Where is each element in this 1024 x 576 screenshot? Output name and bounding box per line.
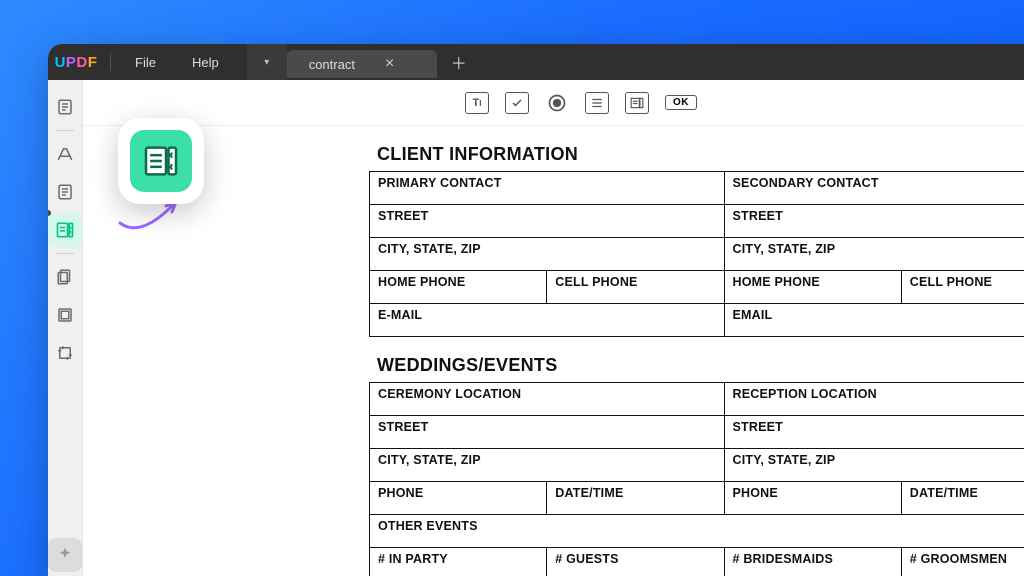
- field-ev-datetime-1[interactable]: DATE/TIME: [555, 486, 715, 500]
- field-email-1[interactable]: E-MAIL: [378, 308, 716, 322]
- crop-icon[interactable]: [48, 336, 82, 370]
- field-ev-street-1[interactable]: STREET: [378, 420, 716, 434]
- app-window: UPDF File Help ▾ contract × ＋: [48, 44, 1024, 576]
- tab-close-icon[interactable]: ×: [381, 56, 398, 72]
- button-tool-icon[interactable]: OK: [665, 95, 697, 110]
- field-ev-csz-2[interactable]: CITY, STATE, ZIP: [733, 453, 1024, 467]
- field-ev-datetime-2[interactable]: DATE/TIME: [910, 486, 1024, 500]
- field-home-phone-2[interactable]: HOME PHONE: [733, 275, 893, 289]
- field-secondary-contact[interactable]: SECONDARY CONTACT: [733, 176, 1024, 190]
- field-street-1[interactable]: STREET: [378, 209, 716, 223]
- menu-file[interactable]: File: [117, 55, 174, 70]
- field-in-party[interactable]: # IN PARTY: [378, 552, 538, 566]
- listbox-tool-icon[interactable]: [585, 92, 609, 114]
- tab-title: contract: [309, 57, 355, 72]
- field-ev-phone-1[interactable]: PHONE: [378, 486, 538, 500]
- field-ceremony-location[interactable]: CEREMONY LOCATION: [378, 387, 716, 401]
- menu-help[interactable]: Help: [174, 55, 237, 70]
- form-mode-callout: [118, 118, 204, 204]
- field-ev-phone-2[interactable]: PHONE: [733, 486, 893, 500]
- app-logo: UPDF: [48, 54, 104, 71]
- checkbox-tool-icon[interactable]: [505, 92, 529, 114]
- events-table: CEREMONY LOCATION RECEPTION LOCATION STR…: [369, 382, 1024, 576]
- menu-divider: [110, 53, 111, 71]
- field-email-2[interactable]: EMAIL: [733, 308, 1024, 322]
- form-mode-callout-icon: [130, 130, 192, 192]
- field-cell-phone-2[interactable]: CELL PHONE: [910, 275, 1024, 289]
- tab-contract[interactable]: contract ×: [287, 50, 437, 78]
- edit-icon[interactable]: [48, 175, 82, 209]
- field-street-2[interactable]: STREET: [733, 209, 1024, 223]
- new-tab-button[interactable]: ＋: [445, 48, 473, 76]
- field-reception-location[interactable]: RECEPTION LOCATION: [733, 387, 1024, 401]
- markup-icon[interactable]: [48, 137, 82, 171]
- radio-tool-icon[interactable]: [545, 92, 569, 114]
- form-icon[interactable]: [48, 213, 82, 247]
- field-ev-csz-1[interactable]: CITY, STATE, ZIP: [378, 453, 716, 467]
- field-csz-2[interactable]: CITY, STATE, ZIP: [733, 242, 1024, 256]
- ai-assistant-icon[interactable]: [48, 538, 82, 572]
- field-cell-phone-1[interactable]: CELL PHONE: [555, 275, 715, 289]
- redact-icon[interactable]: [48, 298, 82, 332]
- tabs-dropdown[interactable]: ▾: [247, 44, 287, 80]
- field-other-events[interactable]: OTHER EVENTS: [378, 519, 1024, 533]
- dropdown-tool-icon[interactable]: [625, 92, 649, 114]
- field-primary-contact[interactable]: PRIMARY CONTACT: [378, 176, 716, 190]
- field-bridesmaids[interactable]: # BRIDESMAIDS: [733, 552, 893, 566]
- section-title-client: CLIENT INFORMATION: [377, 144, 1024, 165]
- tab-strip: ▾ contract × ＋: [247, 44, 473, 80]
- client-table: PRIMARY CONTACT SECONDARY CONTACT STREET…: [369, 171, 1024, 337]
- section-title-events: WEDDINGS/EVENTS: [377, 355, 1024, 376]
- sidebar: [48, 80, 83, 576]
- document-viewport[interactable]: CLIENT INFORMATION PRIMARY CONTACT SECON…: [83, 126, 1024, 576]
- field-guests[interactable]: # GUESTS: [555, 552, 715, 566]
- field-groomsmen[interactable]: # GROOMSMEN: [910, 552, 1024, 566]
- field-csz-1[interactable]: CITY, STATE, ZIP: [378, 242, 716, 256]
- organize-icon[interactable]: [48, 260, 82, 294]
- field-home-phone-1[interactable]: HOME PHONE: [378, 275, 538, 289]
- menubar: UPDF File Help ▾ contract × ＋: [48, 44, 1024, 80]
- text-field-tool-icon[interactable]: TI: [465, 92, 489, 114]
- form-toolbar: TI OK: [83, 80, 1024, 126]
- reader-icon[interactable]: [48, 90, 82, 124]
- field-ev-street-2[interactable]: STREET: [733, 420, 1024, 434]
